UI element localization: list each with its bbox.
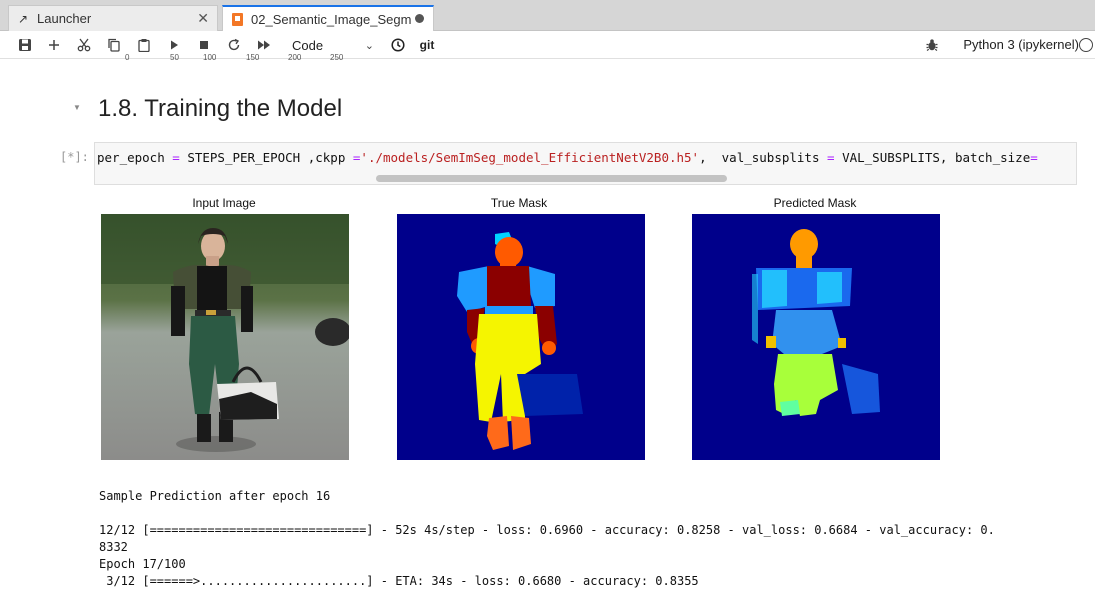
output-line: 8332	[99, 540, 128, 554]
output-line: Sample Prediction after epoch 16	[99, 489, 331, 503]
figure-title-predicted-mask: Predicted Mask	[773, 196, 857, 210]
insert-cell-button[interactable]	[44, 35, 64, 55]
execution-prompt: [*]:	[60, 150, 89, 164]
paste-button[interactable]	[134, 35, 154, 55]
tick-label: 250	[330, 53, 344, 62]
tab-notebook[interactable]: 02_Semantic_Image_Segm	[222, 5, 434, 31]
tab-label: 02_Semantic_Image_Segm	[251, 11, 412, 27]
run-all-button[interactable]	[254, 35, 274, 55]
output-line: 3/12 [======>.......................] - …	[99, 574, 699, 588]
copy-icon	[108, 38, 120, 52]
horizontal-scrollbar[interactable]	[376, 175, 727, 182]
tab-bar: ↗ Launcher ✕ 02_Semantic_Image_Segm	[0, 0, 1095, 31]
clipboard-icon	[138, 39, 150, 52]
unsaved-dot-icon[interactable]	[415, 14, 424, 23]
figure-title-true-mask: True Mask	[490, 196, 548, 210]
launcher-icon: ↗	[17, 11, 29, 26]
section-heading: 1.8. Training the Model	[98, 95, 343, 122]
notebook-toolbar: Code ⌄ git Python 3 (ipykernel)	[0, 31, 1095, 59]
tick-label: 100	[203, 53, 217, 62]
close-icon[interactable]: ✕	[197, 10, 209, 27]
kernel-name[interactable]: Python 3 (ipykernel)	[963, 37, 1079, 52]
debugger-button[interactable]	[922, 35, 942, 55]
clock-icon	[391, 38, 405, 52]
bug-icon	[926, 39, 938, 51]
run-button[interactable]	[164, 35, 184, 55]
true-mask-image	[397, 214, 645, 460]
code-line: per_epoch = STEPS_PER_EPOCH ,ckpp ='./mo…	[97, 150, 1038, 165]
stop-icon	[200, 41, 208, 49]
tick-label: 150	[246, 53, 260, 62]
collapse-heading-icon[interactable]: ▼	[73, 103, 81, 112]
cell-type-value: Code	[292, 37, 324, 53]
history-button[interactable]	[388, 35, 408, 55]
git-button[interactable]: git	[417, 35, 437, 55]
copy-button[interactable]	[104, 35, 124, 55]
cut-button[interactable]	[74, 35, 94, 55]
figure-title-input: Input Image	[192, 196, 256, 210]
output-line: Epoch 17/100	[99, 557, 186, 571]
predicted-mask-image	[692, 214, 940, 460]
tick-label: 0	[125, 53, 130, 62]
kernel-status-icon	[1079, 38, 1093, 52]
restart-icon	[228, 38, 240, 51]
save-icon	[19, 39, 31, 51]
notebook-icon	[229, 12, 245, 26]
tick-label: 200	[288, 53, 302, 62]
cell-type-select[interactable]: Code ⌄	[292, 35, 376, 55]
restart-button[interactable]	[224, 35, 244, 55]
output-line: 12/12 [==============================] -…	[99, 523, 995, 537]
chevron-down-icon: ⌄	[364, 39, 374, 52]
input-image	[101, 214, 349, 460]
plus-icon	[49, 40, 59, 50]
tab-label: Launcher	[37, 11, 92, 26]
save-button[interactable]	[15, 35, 35, 55]
scissors-icon	[77, 38, 91, 52]
interrupt-button[interactable]	[194, 35, 214, 55]
notebook-content: 0 50 100 150 200 250 ▼ 1.8. Training the…	[0, 53, 1095, 595]
fast-forward-icon	[258, 40, 270, 50]
code-cell[interactable]: per_epoch = STEPS_PER_EPOCH ,ckpp ='./mo…	[94, 142, 1077, 185]
tab-launcher[interactable]: ↗ Launcher ✕	[8, 5, 218, 31]
play-icon	[171, 40, 178, 50]
tick-label: 50	[170, 53, 179, 62]
